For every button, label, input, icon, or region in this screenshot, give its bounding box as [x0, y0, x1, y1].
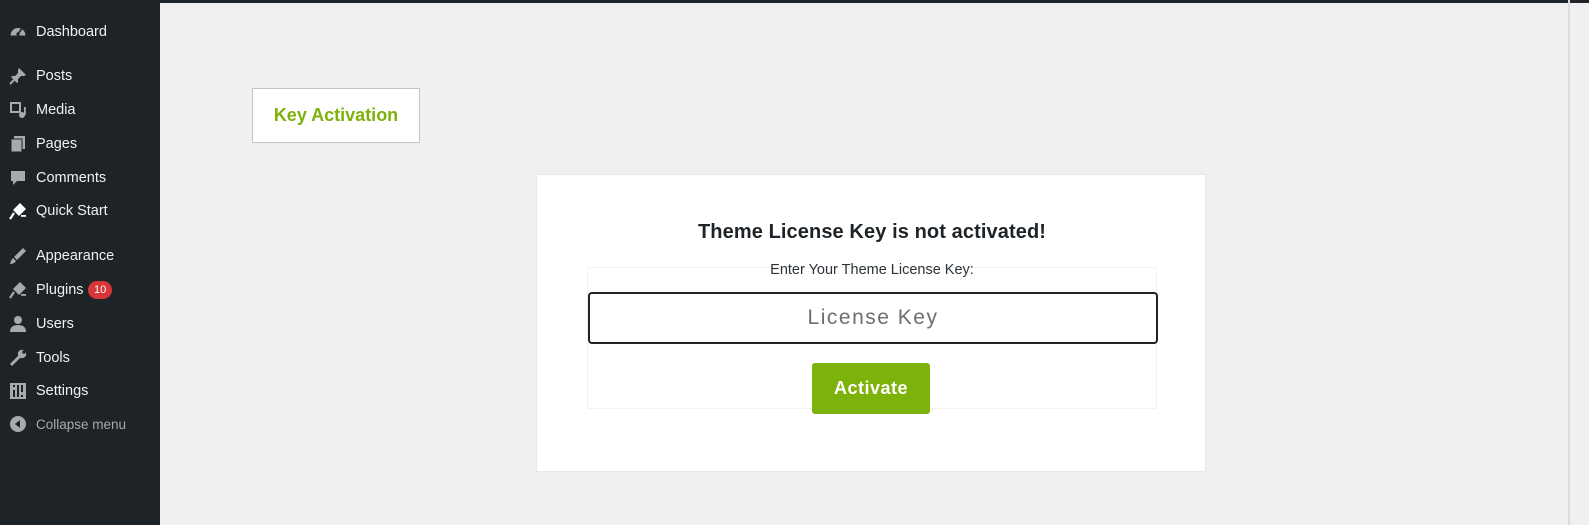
activate-button[interactable]: Activate — [812, 363, 930, 414]
user-icon — [9, 315, 27, 333]
sidebar-item-label: Appearance — [36, 248, 115, 264]
sidebar-item-label: Quick Start — [36, 203, 108, 219]
sidebar-item-users[interactable]: Users — [0, 307, 160, 341]
settings-icon — [9, 382, 27, 400]
sidebar-item-label: Media — [36, 102, 76, 118]
license-key-input[interactable] — [588, 292, 1158, 344]
sidebar-item-posts[interactable]: Posts — [0, 59, 160, 93]
sidebar-item-comments[interactable]: Comments — [0, 161, 160, 195]
media-icon — [9, 101, 27, 119]
license-card: Theme License Key is not activated! Ente… — [536, 174, 1206, 472]
pages-icon — [9, 135, 27, 153]
brush-icon — [9, 247, 27, 265]
collapse-menu-button[interactable]: Collapse menu — [0, 407, 160, 441]
sidebar-item-appearance[interactable]: Appearance — [0, 239, 160, 273]
activation-status-heading: Theme License Key is not activated! — [697, 221, 1047, 243]
sidebar-item-dashboard[interactable]: Dashboard — [0, 15, 160, 49]
admin-sidebar: Dashboard Posts Media Pages Comments Qui… — [0, 0, 160, 525]
sidebar-item-pages[interactable]: Pages — [0, 127, 160, 161]
pin-icon — [9, 67, 27, 85]
sidebar-item-label: Posts — [36, 68, 73, 84]
sidebar-item-label: Plugins — [36, 282, 84, 298]
sidebar-item-quick-start[interactable]: Quick Start — [0, 194, 160, 228]
update-count-badge: 10 — [88, 281, 113, 299]
admin-top-bar — [0, 0, 1589, 3]
wrench-icon — [9, 349, 27, 367]
scrollbar-track[interactable] — [1568, 0, 1570, 525]
plugin-icon — [9, 281, 27, 299]
sidebar-item-tools[interactable]: Tools — [0, 341, 160, 375]
sidebar-item-plugins[interactable]: Plugins 10 — [0, 273, 160, 307]
dashboard-icon — [9, 23, 27, 41]
sidebar-item-label: Dashboard — [36, 24, 107, 40]
sidebar-item-label: Tools — [36, 350, 70, 366]
plugin-icon — [9, 202, 27, 220]
sidebar-item-media[interactable]: Media — [0, 93, 160, 127]
sidebar-item-label: Comments — [36, 170, 107, 186]
comment-icon — [9, 169, 27, 187]
sidebar-item-label: Settings — [36, 383, 89, 399]
license-key-label: Enter Your Theme License Key: — [770, 262, 974, 278]
collapse-icon — [9, 415, 27, 433]
sidebar-item-label: Users — [36, 316, 74, 332]
tab-key-activation[interactable]: Key Activation — [252, 88, 420, 143]
sidebar-item-label: Collapse menu — [36, 416, 127, 432]
sidebar-item-settings[interactable]: Settings — [0, 374, 160, 408]
sidebar-item-label: Pages — [36, 136, 78, 152]
